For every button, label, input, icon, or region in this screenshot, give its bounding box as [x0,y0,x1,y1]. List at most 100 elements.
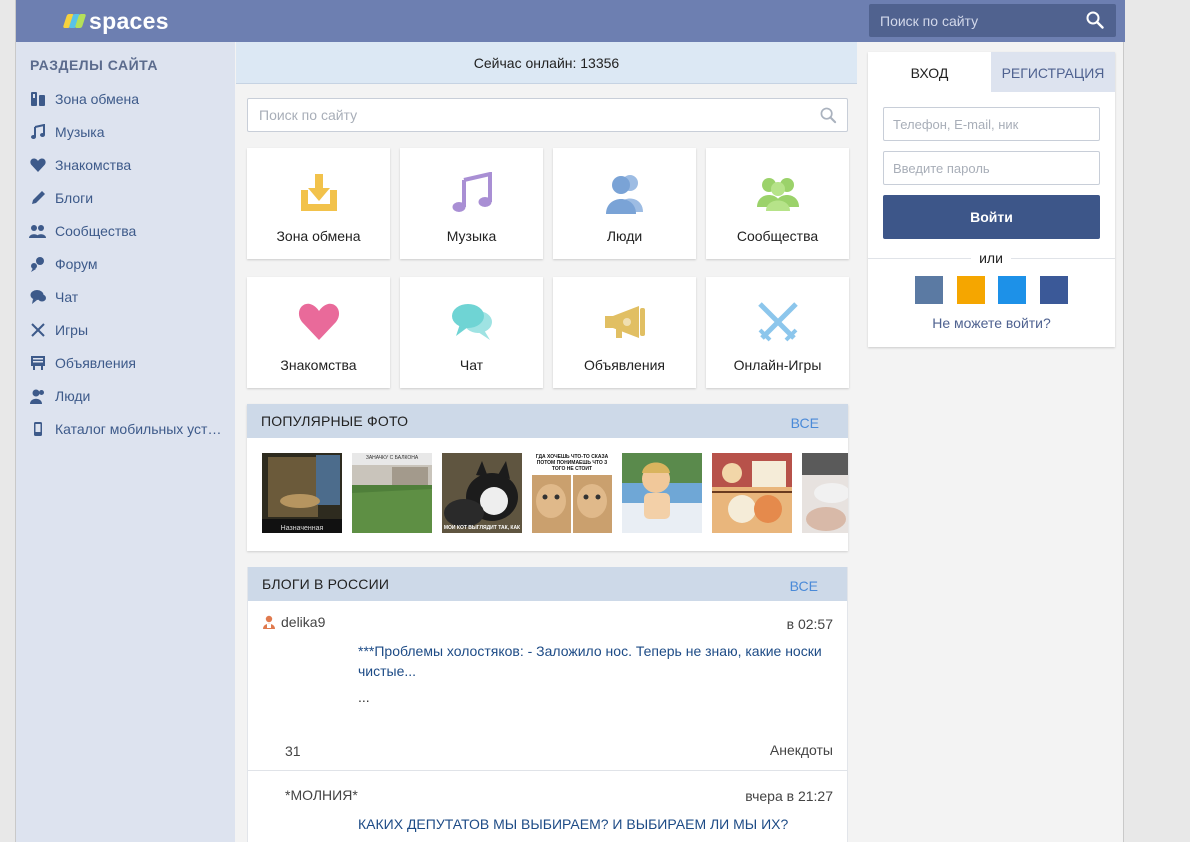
photo-thumb[interactable] [712,453,792,533]
people-icon [553,170,696,216]
header-search-input[interactable] [869,4,1079,37]
tile-dating[interactable]: Знакомства [247,277,390,388]
photo-strip: Назначенная ЗАНАЧКУ С БАЛКОНА МОИ КОТ ВЫ… [247,438,848,551]
blog-author[interactable]: *МОЛНИЯ* [285,787,358,803]
photo-thumb[interactable]: ГДА ХОЧЕШЬ ЧТО-ТО СКАЗА ПОТОМ ПОНИМАЕШЬ … [532,453,612,533]
tab-register[interactable]: РЕГИСТРАЦИЯ [991,52,1115,92]
photo-caption: ЗАНАЧКУ С БАЛКОНА [365,455,419,461]
tab-login[interactable]: ВХОД [868,52,991,92]
tile-music[interactable]: Музыка [400,148,543,259]
blog-post-more[interactable]: ... [358,689,370,705]
forgot-login-link[interactable]: Не можете войти? [868,315,1115,331]
logo-text: spaces [89,7,169,34]
sidebar-item-label: Игры [55,321,89,338]
tile-label: Зона обмена [276,228,361,244]
main-search [247,98,848,132]
popular-photos-header: ПОПУЛЯРНЫЕ ФОТО ВСЕ [247,404,848,438]
people-icon [29,387,47,405]
music-note-icon [400,170,543,216]
tile-online-games[interactable]: Онлайн-Игры [706,277,849,388]
sidebar-item-label: Знакомства [55,156,132,173]
popular-photos-title: ПОПУЛЯРНЫЕ ФОТО [261,413,409,429]
community-icon [29,222,47,240]
photo-thumb[interactable] [802,453,848,533]
tile-communities[interactable]: Сообщества [706,148,849,259]
blog-post: delika9 в 02:57 ***Проблемы холостяков: … [248,601,847,771]
heart-icon [29,156,47,174]
main-search-input[interactable] [248,99,808,131]
tile-people[interactable]: Люди [553,148,696,259]
login-field[interactable] [883,107,1100,141]
header-search [869,4,1116,37]
blog-author-name: delika9 [281,614,326,630]
sidebar-item-dating[interactable]: Знакомства [16,148,235,181]
sidebar-item-forum[interactable]: Форум [16,247,235,280]
sidebar-item-label: Музыка [55,123,105,140]
tile-label: Объявления [584,357,665,373]
online-counter: Сейчас онлайн: 13356 [236,42,857,84]
photo-thumb[interactable]: Назначенная [262,453,342,533]
popular-photos-panel: ПОПУЛЯРНЫЕ ФОТО ВСЕ Назначенная ЗАНАЧКУ … [247,404,848,551]
mobile-phone-icon [29,420,47,438]
search-icon[interactable] [1086,11,1104,34]
login-button[interactable]: Войти [883,195,1100,239]
top-header: spaces [16,0,1125,42]
sidebar-item-exchange[interactable]: Зона обмена [16,82,235,115]
site-logo[interactable]: spaces [62,6,169,36]
chat-bubbles-icon [400,299,543,345]
facebook-icon[interactable] [1040,276,1068,304]
blog-category[interactable]: Анекдоты [770,742,833,758]
sidebar-item-label: Форум [55,255,98,272]
photo-caption: МОИ КОТ ВЫГЛЯДИТ ТАК, КАК [443,525,521,531]
crossed-swords-icon [29,321,47,339]
download-tray-icon [247,170,390,216]
sidebar-item-games[interactable]: Игры [16,313,235,346]
sidebar-item-music[interactable]: Музыка [16,115,235,148]
pen-icon [29,189,47,207]
blog-author-name: *МОЛНИЯ* [285,787,358,803]
ads-board-icon [29,354,47,372]
tile-chat[interactable]: Чат [400,277,543,388]
sidebar-item-blogs[interactable]: Блоги [16,181,235,214]
megaphone-icon [553,299,696,345]
exchange-icon [29,90,47,108]
blog-comment-count[interactable]: 31 [285,743,301,759]
sidebar-item-label: Блоги [55,189,94,206]
odnoklassniki-icon[interactable] [957,276,985,304]
blogs-header: БЛОГИ В РОССИИ ВСЕ [248,567,847,601]
blog-author[interactable]: delika9 [262,614,325,630]
sidebar-item-label: Чат [55,288,79,305]
sidebar-item-communities[interactable]: Сообщества [16,214,235,247]
tile-label: Онлайн-Игры [733,357,822,373]
login-box: ВХОД РЕГИСТРАЦИЯ Войти или Не можете вой… [868,52,1115,347]
tile-label: Люди [606,228,643,244]
tile-ads[interactable]: Объявления [553,277,696,388]
sidebar-item-label: Сообщества [55,222,137,239]
tile-exchange[interactable]: Зона обмена [247,148,390,259]
blog-post-text[interactable]: КАКИХ ДЕПУТАТОВ МЫ ВЫБИРАЕМ? И ВЫБИРАЕМ … [358,814,828,834]
sidebar: РАЗДЕЛЫ САЙТА Зона обмена Музыка Знакомс… [16,42,235,842]
photo-caption: ГДА ХОЧЕШЬ ЧТО-ТО СКАЗА ПОТОМ ПОНИМАЕШЬ … [535,454,609,472]
blog-post-text[interactable]: ***Проблемы холостяков: - Заложило нос. … [358,641,828,681]
chat-icon [29,288,47,306]
photo-caption: Назначенная [280,525,324,532]
sidebar-item-mobile-catalog[interactable]: Каталог мобильных устройств [16,412,235,445]
photo-thumb[interactable]: МОИ КОТ ВЫГЛЯДИТ ТАК, КАК [442,453,522,533]
heart-icon [247,299,390,345]
blogs-panel: БЛОГИ В РОССИИ ВСЕ delika9 в 02:57 ***Пр… [247,567,848,842]
sidebar-item-ads[interactable]: Объявления [16,346,235,379]
twitter-icon[interactable] [998,276,1026,304]
search-icon[interactable] [820,107,837,129]
password-field[interactable] [883,151,1100,185]
tile-label: Чат [459,357,484,373]
sidebar-item-label: Каталог мобильных устройств [55,420,223,437]
vk-icon[interactable] [915,276,943,304]
sidebar-item-chat[interactable]: Чат [16,280,235,313]
blog-post: *МОЛНИЯ* вчера в 21:27 КАКИХ ДЕПУТАТОВ М… [248,771,847,842]
blogs-all-link[interactable]: ВСЕ [790,578,818,594]
sidebar-item-people[interactable]: Люди [16,379,235,412]
popular-photos-all-link[interactable]: ВСЕ [791,415,819,431]
photo-thumb[interactable]: ЗАНАЧКУ С БАЛКОНА [352,453,432,533]
photo-thumb[interactable] [622,453,702,533]
blog-time: вчера в 21:27 [745,788,833,804]
